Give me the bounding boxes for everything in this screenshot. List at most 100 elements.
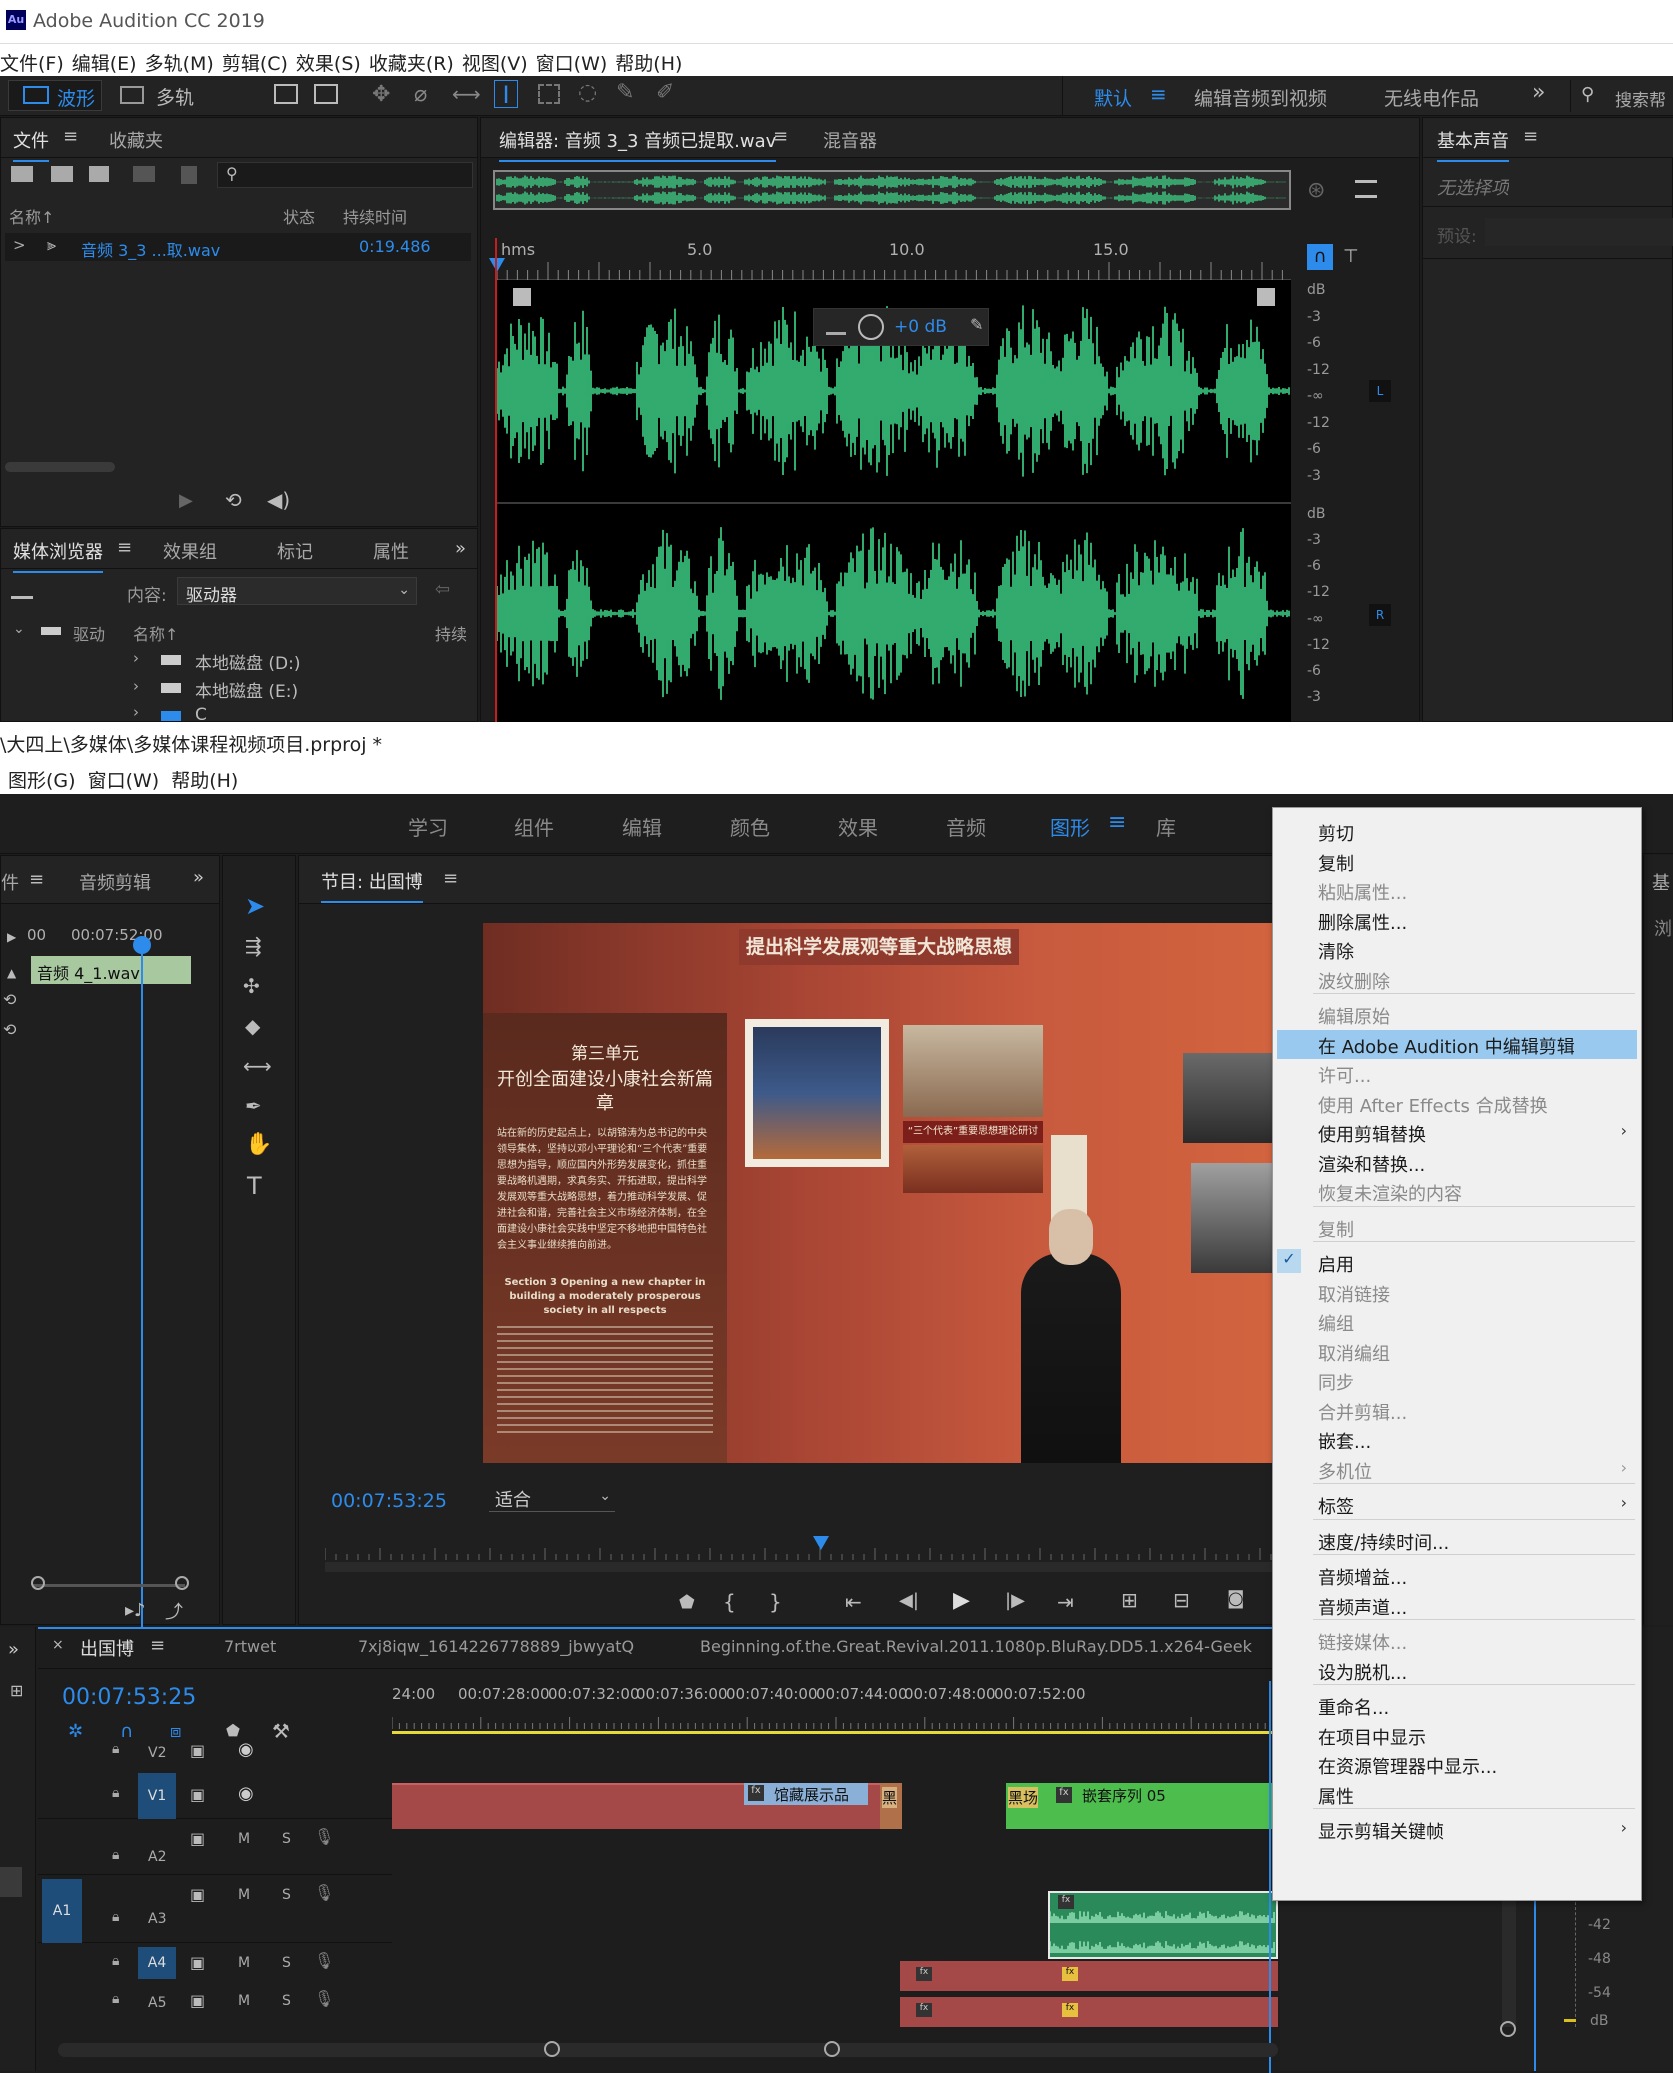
tab-sequence[interactable]: 7xj8iqw_1614226778889_jbwyatQ <box>358 1637 634 1656</box>
menu-item[interactable]: 窗口(W) <box>88 762 172 793</box>
channel-r-badge[interactable]: R <box>1369 604 1391 626</box>
scroll-handle[interactable] <box>544 2041 560 2057</box>
lock-icon[interactable]: 🔒︎ <box>112 1785 119 1801</box>
right-tab-label-2[interactable]: 浏 <box>1654 915 1672 941</box>
scroll-handle[interactable] <box>1500 2021 1516 2037</box>
audio-clip[interactable]: 音频 4_1.wav <box>31 956 191 984</box>
media-browser-overflow-icon[interactable]: » <box>455 538 466 559</box>
media-browser-menu-icon[interactable]: ≡ <box>117 537 132 558</box>
clip-black-video[interactable]: 黑场 <box>1006 1783 1046 1829</box>
pin-icon[interactable]: ✎ <box>970 315 983 334</box>
tab-sequence[interactable]: Beginning.of.the.Great.Revival.2011.1080… <box>700 1637 1252 1656</box>
close-icon[interactable]: × <box>52 1637 64 1653</box>
go-to-out-icon[interactable]: ⇥ <box>1057 1590 1074 1614</box>
sync-lock-icon[interactable]: ▣ <box>190 1885 205 1904</box>
panel-overflow-icon[interactable]: » <box>8 1639 19 1660</box>
clip-nested-sequence[interactable]: fx 嵌套序列 05 <box>1046 1783 1278 1829</box>
workspace-tab[interactable]: 图形 <box>1050 812 1090 841</box>
collapse-icon[interactable]: ⌄ <box>13 621 25 637</box>
scroll-handle[interactable] <box>824 2041 840 2057</box>
playhead-icon[interactable] <box>133 936 151 954</box>
time-selection-tool-icon[interactable]: I <box>494 80 518 109</box>
files-scrollbar[interactable] <box>5 462 115 472</box>
step-back-icon[interactable]: ◀| <box>899 1590 919 1611</box>
marker-pin-icon[interactable]: ⊤ <box>1343 246 1359 267</box>
export-frame-icon[interactable]: ◙ <box>1227 1588 1244 1609</box>
tab-files[interactable]: 文件 <box>13 127 49 162</box>
time-ruler[interactable]: hms 5.0 10.0 15.0 <box>497 240 1291 280</box>
workspace-menu-icon[interactable]: ≡ <box>1150 82 1167 106</box>
clip-a3-audio[interactable]: fx <box>1048 1891 1278 1959</box>
volume-knob-icon[interactable] <box>858 314 884 340</box>
expand-icon[interactable]: › <box>133 677 139 695</box>
timeline-horizontal-scrollbar[interactable] <box>58 2043 1278 2057</box>
extract-icon[interactable]: ⊟ <box>1173 1588 1190 1612</box>
import-media-icon[interactable] <box>11 581 33 599</box>
overview-navigator[interactable] <box>493 170 1291 210</box>
ripple-edit-tool-icon[interactable]: ✣ <box>243 974 260 998</box>
mute-button[interactable]: M <box>238 1887 250 1903</box>
mark-in-icon[interactable]: { <box>723 1590 736 1614</box>
back-arrow-icon[interactable]: ⇦ <box>435 579 450 600</box>
menu-item[interactable]: 收藏夹(R) <box>369 45 462 76</box>
right-tab-label[interactable]: 基 <box>1652 869 1670 895</box>
snap-magnet-icon[interactable]: ∩ <box>1307 244 1333 270</box>
expand-icon[interactable]: > <box>13 236 26 254</box>
razor-tool-icon[interactable]: ⌀ <box>414 82 427 107</box>
go-to-in-icon[interactable]: ⇤ <box>845 1590 862 1614</box>
microphone-icon[interactable]: 🎙︎ <box>314 1827 334 1846</box>
fade-in-handle[interactable] <box>513 288 531 306</box>
solo-button[interactable]: S <box>282 1955 291 1971</box>
tab-project[interactable]: 件 <box>1 869 19 895</box>
auto-play-icon[interactable]: ◀) <box>267 488 290 512</box>
clip-museum[interactable]: fx 馆藏展示品 <box>744 1783 868 1805</box>
insert-icon[interactable]: ▸♪ <box>125 1600 146 1621</box>
context-menu-item[interactable]: 嵌套... <box>1318 1428 1371 1454</box>
channel-l-badge[interactable]: L <box>1369 380 1391 402</box>
hud-volume[interactable]: +0 dB ✎ <box>813 308 989 346</box>
mute-button[interactable]: M <box>238 1831 250 1847</box>
sync-lock-icon[interactable]: ▣ <box>190 1785 205 1804</box>
lock-icon[interactable]: 🔒︎ <box>112 1741 119 1757</box>
context-menu-item[interactable]: 在 Adobe Audition 中编辑剪辑 <box>1318 1033 1575 1059</box>
tab-program-monitor[interactable]: 节目: 出国博 <box>321 868 423 903</box>
workspace-tab[interactable]: 学习 <box>408 812 448 841</box>
workspace-tab[interactable]: 音频 <box>946 812 986 841</box>
zoom-to-selection-icon[interactable]: ⊛ <box>1307 178 1325 203</box>
menu-item[interactable]: 文件(F) <box>0 45 72 76</box>
context-menu-item[interactable]: 使用剪辑替换 <box>1318 1121 1426 1147</box>
workspace-edit-audio-to-video[interactable]: 编辑音频到视频 <box>1194 84 1327 111</box>
track-select-tool-icon[interactable]: ⇶ <box>245 934 262 958</box>
program-scrub-ruler[interactable] <box>325 1540 1277 1580</box>
context-menu-item[interactable]: 渲染和替换... <box>1318 1151 1425 1177</box>
razor-tool-icon[interactable]: ◆ <box>245 1014 260 1038</box>
track-label[interactable]: A4 <box>138 1947 176 1979</box>
workspace-tab[interactable]: 效果 <box>838 812 878 841</box>
fit-dropdown[interactable]: 适合 ⌄ <box>489 1484 615 1512</box>
move-tool-icon[interactable]: ✥ <box>372 82 390 107</box>
slip-tool-icon[interactable]: ⟷ <box>452 82 481 106</box>
clip-black-short[interactable]: 黑 <box>880 1783 902 1829</box>
context-menu-item[interactable]: 删除属性... <box>1318 909 1407 935</box>
loop-icon[interactable]: ⟲ <box>3 1020 16 1039</box>
editor-menu-icon[interactable]: ≡ <box>773 126 788 147</box>
menu-item[interactable]: 多轨(M) <box>145 45 222 76</box>
tab-favorites[interactable]: 收藏夹 <box>109 127 163 153</box>
source-patch-a1[interactable]: A1 <box>42 1879 82 1943</box>
loop-icon[interactable]: ⟲ <box>3 990 16 1009</box>
project-menu-icon[interactable]: ≡ <box>29 869 44 890</box>
workspace-menu-icon[interactable]: ≡ <box>1108 810 1126 835</box>
playhead-icon[interactable] <box>813 1536 829 1550</box>
files-search-input[interactable]: ⚲ <box>217 162 473 188</box>
type-tool-icon[interactable]: T <box>247 1172 262 1200</box>
context-menu-item[interactable]: 设为脱机... <box>1318 1659 1407 1685</box>
column-duration[interactable]: 持续时间 <box>343 204 407 228</box>
context-menu-item[interactable]: 在项目中显示 <box>1318 1724 1426 1750</box>
tab-media-browser[interactable]: 媒体浏览器 <box>13 538 103 573</box>
sync-lock-icon[interactable]: ▣ <box>190 1991 205 2010</box>
timeline-ruler[interactable]: 24:00 00:07:28:00 00:07:32:00 00:07:36:00 00… <box>392 1679 1278 1733</box>
context-menu-item[interactable]: 在资源管理器中显示... <box>1318 1753 1497 1779</box>
zoom-handle[interactable] <box>175 1576 189 1590</box>
tab-mixer[interactable]: 混音器 <box>823 127 877 153</box>
tab-sequence-active[interactable]: 出国博 <box>80 1635 134 1661</box>
